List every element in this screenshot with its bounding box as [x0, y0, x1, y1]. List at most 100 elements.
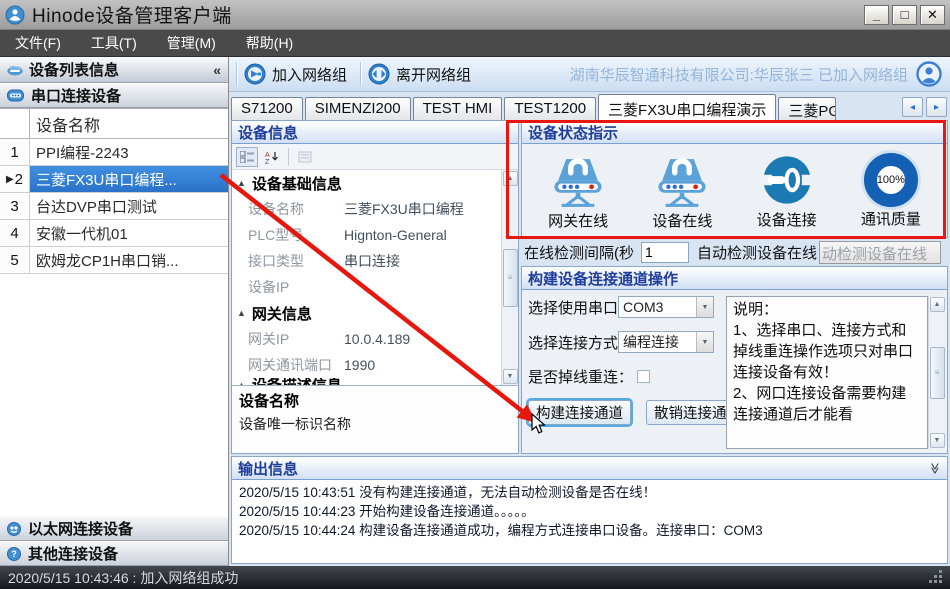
- alphabetical-sort-icon[interactable]: AZ: [261, 147, 283, 167]
- row-number: 1: [0, 139, 30, 165]
- reconnect-checkbox[interactable]: [637, 370, 650, 383]
- tab-scroll-right-icon[interactable]: ▸: [926, 97, 947, 117]
- device-name: 欧姆龙CP1H串口销...: [30, 247, 228, 273]
- sidebar-title: 设备列表信息: [29, 59, 119, 80]
- tab-simenzi200[interactable]: SIMENZI200: [305, 97, 411, 120]
- table-row[interactable]: 4 安徽一代机01: [0, 220, 228, 247]
- connect-mode-select[interactable]: 编程连接 ▼: [618, 331, 714, 353]
- sidebar-collapse-icon[interactable]: «: [213, 62, 221, 78]
- app-logo-icon: [5, 5, 25, 25]
- table-row[interactable]: 3 台达DVP串口测试: [0, 193, 228, 220]
- device-connect-icon: [759, 152, 815, 208]
- output-log-area: 2020/5/15 10:43:51 没有构建连接通道，无法自动检测设备是否在线…: [232, 480, 947, 563]
- resize-grip[interactable]: [930, 572, 942, 584]
- build-channel-button[interactable]: 构建连接通道: [528, 400, 631, 425]
- output-panel: 输出信息 ≫ 2020/5/15 10:43:51 没有构建连接通道，无法自动检…: [231, 456, 948, 564]
- device-name: 安徽一代机01: [30, 220, 228, 246]
- join-network-icon: [244, 63, 266, 85]
- property-row[interactable]: 设备IP: [232, 274, 501, 300]
- scroll-down-icon[interactable]: ▼: [503, 369, 518, 384]
- tab-scroll-buttons: ◂ ▸: [899, 97, 950, 120]
- output-header: 输出信息 ≫: [232, 457, 947, 480]
- tab-test1200[interactable]: TEST1200: [504, 97, 596, 120]
- property-name: 网关IP: [232, 329, 338, 349]
- close-button[interactable]: ✕: [920, 5, 945, 25]
- output-collapse-icon[interactable]: ≫: [929, 462, 942, 474]
- tab-mitsubishi-fx3u-active[interactable]: 三菱FX3U串口编程演示: [598, 94, 776, 120]
- join-network-button[interactable]: 加入网络组: [241, 61, 357, 87]
- serial-port-select[interactable]: COM3 ▼: [618, 296, 714, 318]
- scroll-up-icon[interactable]: ▲: [930, 297, 945, 312]
- category-gateway-info[interactable]: ▲网关信息: [232, 300, 501, 326]
- category-expand-icon: ▲: [237, 380, 246, 386]
- dropdown-icon[interactable]: ▼: [696, 297, 713, 317]
- property-value: 串口连接: [338, 251, 501, 271]
- property-row[interactable]: 接口类型串口连接: [232, 248, 501, 274]
- sidebar-item-other-devices[interactable]: ? 其他连接设备: [0, 541, 228, 566]
- device-list-sidebar: 设备列表信息 « 串口连接设备 设备名称 1 PPI编程-2243 ▶2 三菱F…: [0, 57, 229, 566]
- property-row[interactable]: PLC型号Hignton-General: [232, 222, 501, 248]
- property-name: 网关通讯端口: [232, 355, 338, 375]
- tab-s71200[interactable]: S71200: [231, 97, 303, 120]
- dropdown-icon[interactable]: ▼: [696, 332, 713, 352]
- menu-bar: 文件(F) 工具(T) 管理(M) 帮助(H): [0, 30, 950, 57]
- category-expand-icon: ▲: [237, 178, 246, 188]
- scrollbar-thumb[interactable]: ≡: [503, 249, 518, 307]
- leave-network-button[interactable]: 离开网络组: [365, 61, 481, 87]
- interval-input[interactable]: [641, 242, 689, 263]
- svg-text:A: A: [265, 152, 270, 159]
- online-detection-row: 在线检测间隔(秒 自动检测设备在线 动检测设备在线: [521, 238, 948, 266]
- device-info-panel: 设备信息 AZ ▲设备基础信息 设备名称三菱F: [231, 120, 519, 454]
- scroll-up-icon[interactable]: ▲: [503, 171, 518, 186]
- tab-scroll-left-icon[interactable]: ◂: [902, 97, 923, 117]
- scrollbar-thumb[interactable]: ≡: [930, 347, 945, 399]
- log-line: 2020/5/15 10:44:24 构建设备连接通道成功，编程方式连接串口设备…: [239, 521, 940, 540]
- tab-mitsubishi-pg[interactable]: 三菱PG演: [778, 97, 836, 120]
- menu-help[interactable]: 帮助(H): [231, 29, 308, 57]
- table-row[interactable]: 5 欧姆龙CP1H串口销...: [0, 247, 228, 274]
- auto-detect-button[interactable]: 动检测设备在线: [819, 241, 941, 264]
- sidebar-item-ethernet-devices[interactable]: 以太网连接设备: [0, 516, 228, 541]
- sidebar-header: 设备列表信息 «: [0, 57, 228, 83]
- note-scrollbar[interactable]: ▲ ≡ ▼: [928, 296, 945, 449]
- scroll-down-icon[interactable]: ▼: [930, 433, 945, 448]
- property-description-title: 设备名称: [239, 390, 511, 411]
- table-row[interactable]: 1 PPI编程-2243: [0, 139, 228, 166]
- device-table: 设备名称 1 PPI编程-2243 ▶2 三菱FX3U串口编程... 3 台达D…: [0, 108, 228, 516]
- comm-quality-icon: 100%: [864, 153, 918, 207]
- property-row[interactable]: 设备名称三菱FX3U串口编程: [232, 196, 501, 222]
- property-description-pane: 设备名称 设备唯一标识名称: [232, 385, 518, 453]
- output-title: 输出信息: [238, 458, 298, 479]
- connect-mode-value: 编程连接: [619, 332, 696, 352]
- main-toolbar: 加入网络组 离开网络组 湖南华辰智通科技有限公司:华辰张三 已加入网络组: [229, 57, 950, 92]
- row-number: 4: [0, 220, 30, 246]
- tab-test-hmi[interactable]: TEST HMI: [413, 97, 503, 120]
- property-grid-scrollbar[interactable]: ▲ ≡ ▼: [501, 170, 518, 385]
- property-row[interactable]: 网关通讯端口1990: [232, 352, 501, 378]
- menu-file[interactable]: 文件(F): [0, 29, 76, 57]
- connect-mode-label: 选择连接方式: [528, 332, 618, 353]
- status-label: 网关在线: [548, 210, 608, 231]
- device-tab-bar: S71200 SIMENZI200 TEST HMI TEST1200 三菱FX…: [229, 92, 950, 120]
- menu-tools[interactable]: 工具(T): [76, 29, 152, 57]
- device-table-header: 设备名称: [0, 109, 228, 139]
- property-description-text: 设备唯一标识名称: [239, 414, 511, 434]
- property-row[interactable]: 网关IP10.0.4.189: [232, 326, 501, 352]
- table-row-selected[interactable]: ▶2 三菱FX3U串口编程...: [0, 166, 228, 193]
- row-number: 3: [0, 193, 30, 219]
- device-name: 三菱FX3U串口编程...: [30, 166, 228, 192]
- categorized-view-icon[interactable]: [236, 147, 258, 167]
- log-line: 2020/5/15 10:44:23 开始构建设备连接通道。。。。。: [239, 502, 940, 521]
- status-bar-text: 2020/5/15 10:43:46 : 加入网络组成功: [8, 568, 238, 588]
- svg-text:Z: Z: [265, 159, 270, 164]
- category-basic-info[interactable]: ▲设备基础信息: [232, 170, 501, 196]
- minimize-button[interactable]: _: [864, 5, 889, 25]
- property-value: 1990: [338, 357, 501, 373]
- maximize-button[interactable]: □: [892, 5, 917, 25]
- status-label: 设备在线: [652, 210, 712, 231]
- menu-manage[interactable]: 管理(M): [152, 29, 231, 57]
- row-number-header: [0, 109, 30, 138]
- sidebar-item-serial-devices[interactable]: 串口连接设备: [0, 83, 228, 108]
- property-name: 设备名称: [232, 199, 338, 219]
- other-device-icon: ?: [7, 547, 21, 561]
